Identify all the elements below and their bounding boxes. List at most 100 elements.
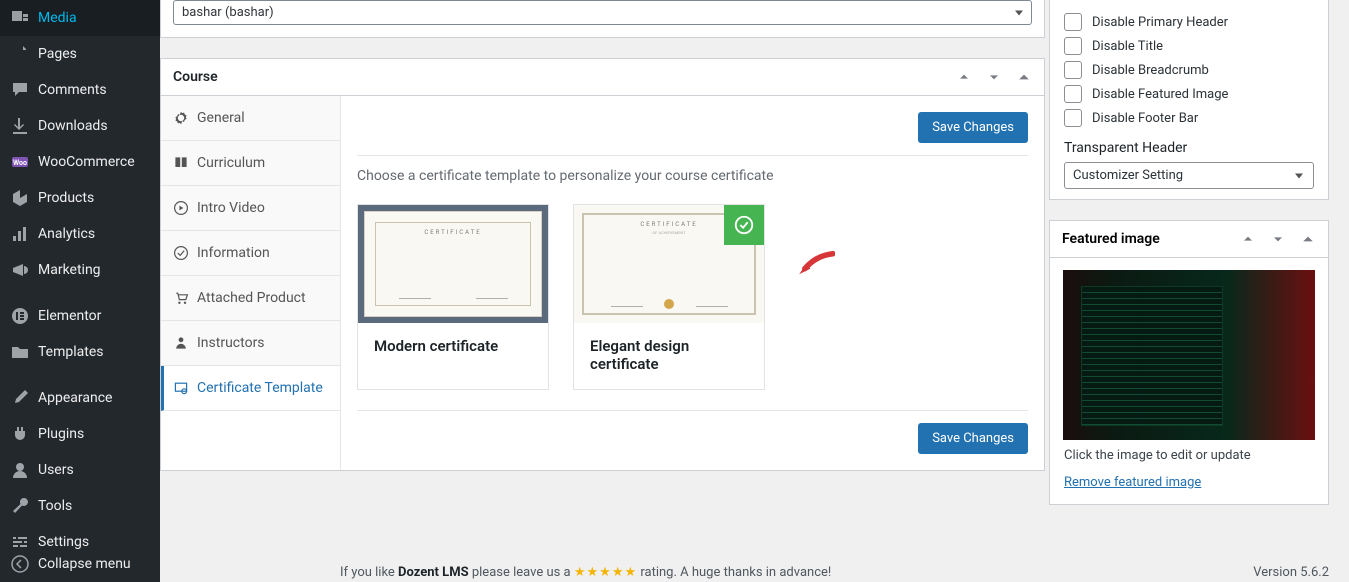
brush-icon xyxy=(10,388,30,408)
arrow-annotation xyxy=(797,250,835,282)
checkbox-disable-breadcrumb[interactable]: Disable Breadcrumb xyxy=(1064,58,1314,82)
course-panel: Course General Curriculum xyxy=(160,58,1045,471)
transparent-header-label: Transparent Header xyxy=(1064,140,1314,156)
course-panel-header: Course xyxy=(161,59,1044,96)
products-icon xyxy=(10,188,30,208)
chevron-down-icon[interactable] xyxy=(986,69,1002,85)
checkbox-icon[interactable] xyxy=(1064,85,1082,103)
transparent-header-select[interactable]: Customizer Setting xyxy=(1064,162,1314,189)
sidebar-item-marketing[interactable]: Marketing xyxy=(0,252,160,288)
check-icon xyxy=(724,205,764,245)
checkbox-icon[interactable] xyxy=(1064,61,1082,79)
collapse-menu[interactable]: Collapse menu xyxy=(0,546,160,582)
tab-label: Intro Video xyxy=(197,200,265,216)
media-icon xyxy=(10,8,30,28)
sidebar-item-label: Pages xyxy=(38,46,77,62)
user-icon xyxy=(10,460,30,480)
save-button-bottom[interactable]: Save Changes xyxy=(918,423,1028,454)
tab-label: General xyxy=(197,110,245,126)
sidebar-item-label: Downloads xyxy=(38,118,108,134)
sidebar-item-templates[interactable]: Templates xyxy=(0,334,160,370)
chevron-up-icon[interactable] xyxy=(1240,231,1256,247)
featured-image-title: Featured image xyxy=(1062,231,1160,247)
tab-certificate-template[interactable]: Certificate Template xyxy=(161,366,340,411)
caret-up-icon[interactable] xyxy=(1300,231,1316,247)
stars-icon: ★★★★★ xyxy=(574,565,637,580)
certificate-card-modern[interactable]: CERTIFICATE Modern certificate xyxy=(357,204,549,390)
rating-link[interactable]: ★★★★★ xyxy=(574,565,637,580)
sidebar-item-comments[interactable]: Comments xyxy=(0,72,160,108)
checkbox-icon[interactable] xyxy=(1064,109,1082,127)
sidebar-item-downloads[interactable]: Downloads xyxy=(0,108,160,144)
sidebar-item-label: Marketing xyxy=(38,262,101,278)
play-circle-icon xyxy=(173,200,189,216)
analytics-icon xyxy=(10,224,30,244)
tab-instructors[interactable]: Instructors xyxy=(161,321,340,366)
sidebar-item-users[interactable]: Users xyxy=(0,452,160,488)
sidebar-item-woocommerce[interactable]: Woo WooCommerce xyxy=(0,144,160,180)
checkbox-disable-featured-image[interactable]: Disable Featured Image xyxy=(1064,82,1314,106)
sidebar-item-elementor[interactable]: Elementor xyxy=(0,298,160,334)
pages-icon xyxy=(10,44,30,64)
sidebar-item-plugins[interactable]: Plugins xyxy=(0,416,160,452)
check-circle-icon xyxy=(173,245,189,261)
certificate-icon xyxy=(173,380,189,396)
checkbox-disable-title[interactable]: Disable Title xyxy=(1064,34,1314,58)
collapse-icon xyxy=(10,554,30,574)
sidebar-item-label: Products xyxy=(38,190,94,206)
featured-image-help: Click the image to edit or update xyxy=(1050,448,1328,471)
plug-icon xyxy=(10,424,30,444)
certificate-cards: CERTIFICATE Modern certificate CERTIFICA… xyxy=(357,204,1028,390)
certificate-card-label: Elegant design certificate xyxy=(574,323,764,389)
tab-attached-product[interactable]: Attached Product xyxy=(161,276,340,321)
sidebar-item-pages[interactable]: Pages xyxy=(0,36,160,72)
sidebar-item-label: Users xyxy=(38,462,74,478)
tab-label: Certificate Template xyxy=(197,380,323,396)
book-icon xyxy=(173,155,189,171)
tab-curriculum[interactable]: Curriculum xyxy=(161,141,340,186)
checkbox-disable-primary-header[interactable]: Disable Primary Header xyxy=(1064,10,1314,34)
chevron-up-icon[interactable] xyxy=(956,69,972,85)
checkbox-icon[interactable] xyxy=(1064,13,1082,31)
remove-featured-image-link[interactable]: Remove featured image xyxy=(1050,475,1215,504)
checkbox-icon[interactable] xyxy=(1064,37,1082,55)
download-icon xyxy=(10,116,30,136)
admin-sidebar: Media Pages Comments Downloads Woo WooCo… xyxy=(0,0,160,582)
sidebar-item-appearance[interactable]: Appearance xyxy=(0,380,160,416)
sidebar-item-media[interactable]: Media xyxy=(0,0,160,36)
certificate-card-elegant[interactable]: CERTIFICATE OF ACHIEVEMENT Elegant desig… xyxy=(573,204,765,390)
chevron-down-icon[interactable] xyxy=(1270,231,1286,247)
comments-icon xyxy=(10,80,30,100)
sidebar-item-products[interactable]: Products xyxy=(0,180,160,216)
sidebar-item-label: Tools xyxy=(38,498,72,514)
sidebar-item-analytics[interactable]: Analytics xyxy=(0,216,160,252)
footer: If you like Dozent LMS please leave us a… xyxy=(340,565,1329,580)
sidebar-item-label: Collapse menu xyxy=(38,556,131,572)
author-select-value: bashar (bashar) xyxy=(182,5,274,20)
sidebar-item-tools[interactable]: Tools xyxy=(0,488,160,524)
right-sidebar: Disable Primary Header Disable Title Dis… xyxy=(1049,0,1329,525)
sidebar-item-label: Elementor xyxy=(38,308,101,324)
featured-image-panel: Featured image Click the image to edit o… xyxy=(1049,220,1329,505)
tab-intro-video[interactable]: Intro Video xyxy=(161,186,340,231)
tab-general[interactable]: General xyxy=(161,96,340,141)
woocommerce-icon: Woo xyxy=(10,152,30,172)
save-button-top[interactable]: Save Changes xyxy=(918,112,1028,143)
checkbox-disable-footer-bar[interactable]: Disable Footer Bar xyxy=(1064,106,1314,130)
tab-label: Curriculum xyxy=(197,155,265,171)
sidebar-item-label: Comments xyxy=(38,82,107,98)
footer-thanks: If you like Dozent LMS please leave us a… xyxy=(340,565,831,580)
featured-image-thumbnail[interactable] xyxy=(1063,270,1315,440)
author-select[interactable]: bashar (bashar) xyxy=(173,0,1032,25)
certificate-thumb: CERTIFICATE OF ACHIEVEMENT xyxy=(574,205,764,323)
sidebar-item-label: Appearance xyxy=(38,390,112,406)
sidebar-item-label: Plugins xyxy=(38,426,84,442)
sidebar-item-label: Analytics xyxy=(38,226,95,242)
astra-settings-panel: Disable Primary Header Disable Title Dis… xyxy=(1049,0,1329,200)
course-tabs: General Curriculum Intro Video Informati… xyxy=(161,96,341,470)
caret-up-icon[interactable] xyxy=(1016,69,1032,85)
wrench-icon xyxy=(10,496,30,516)
megaphone-icon xyxy=(10,260,30,280)
sidebar-item-label: Templates xyxy=(38,344,104,360)
tab-information[interactable]: Information xyxy=(161,231,340,276)
